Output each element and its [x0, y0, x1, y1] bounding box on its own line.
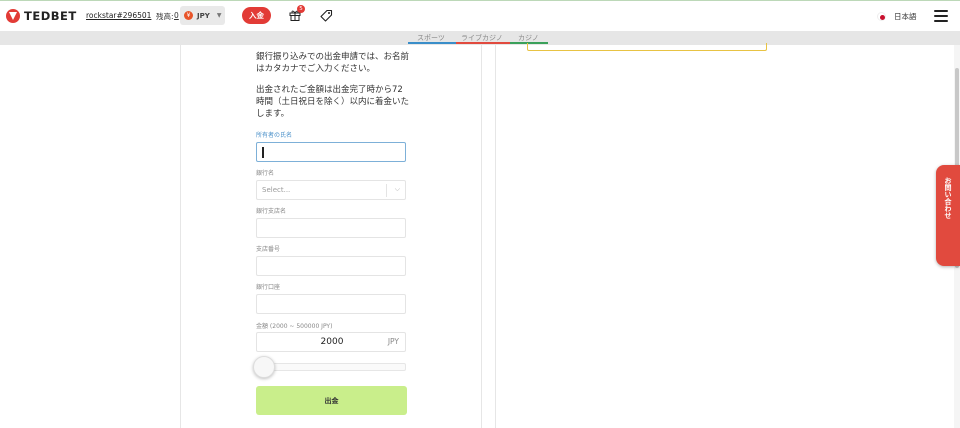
bank-account-input[interactable]	[256, 294, 406, 314]
brand-logo[interactable]: TEDBET	[6, 9, 77, 23]
top-header: TEDBET rockstar#296501 残高: 0 ¥ JPY ▼ 入金 …	[0, 0, 960, 31]
select-separator	[386, 184, 387, 197]
currency-select[interactable]: ¥ JPY ▼	[180, 6, 225, 25]
bank-name-placeholder: Select...	[262, 186, 291, 194]
withdraw-submit-button[interactable]: 出金	[256, 386, 407, 415]
text-cursor	[262, 147, 264, 158]
branch-name-input[interactable]	[256, 218, 406, 238]
deposit-button[interactable]: 入金	[242, 7, 271, 24]
notice-arrival-time: 出金されたご金額は出金完了時から72時間（土日祝日を除く）以内に着金いたします。	[256, 85, 410, 119]
chevron-down-icon: ⌵	[394, 185, 400, 193]
username-link[interactable]: rockstar#296501	[86, 11, 151, 20]
menu-icon[interactable]	[934, 10, 948, 22]
balance-label: 残高:	[156, 12, 174, 21]
bank-account-label: 銀行口座	[256, 284, 281, 291]
amount-slider-track[interactable]	[256, 363, 406, 371]
page-content	[0, 43, 960, 428]
holder-name-label: 所有者の氏名	[256, 132, 293, 139]
balance-value[interactable]: 0	[174, 11, 179, 20]
brand-name: TEDBET	[24, 9, 77, 23]
tab-live-casino-underline	[456, 42, 510, 44]
branch-number-input[interactable]	[256, 256, 406, 276]
amount-label: 金額 (2000 ~ 500000 JPY)	[256, 323, 333, 330]
chevron-down-icon: ▼	[216, 12, 222, 19]
logo-mark-icon	[6, 9, 20, 23]
amount-value: 2000	[320, 337, 344, 347]
bank-name-label: 銀行名	[256, 170, 275, 177]
notice-katakana: 銀行振り込みでの出金申請では、お名前はカタカナでご入力ください。	[256, 52, 410, 74]
japan-flag-icon[interactable]	[877, 12, 886, 21]
contact-side-tab[interactable]: お問い合わせ	[936, 165, 960, 266]
info-box-bottom	[527, 43, 767, 51]
amount-unit: JPY	[387, 337, 399, 346]
column-divider	[495, 45, 496, 428]
category-tabbar: スポーツ ライブカジノ カジノ	[0, 31, 960, 45]
branch-name-label: 銀行支店名	[256, 208, 287, 215]
currency-code: JPY	[197, 11, 210, 20]
amount-input[interactable]: 2000 JPY	[256, 332, 406, 352]
tag-icon[interactable]	[320, 9, 333, 22]
gift-count-badge: 5	[297, 5, 305, 13]
holder-name-input[interactable]	[256, 142, 406, 162]
amount-slider-thumb[interactable]	[253, 356, 275, 378]
yen-coin-icon: ¥	[184, 11, 193, 20]
branch-number-label: 支店番号	[256, 246, 281, 253]
tab-sports-underline	[408, 42, 456, 44]
contact-tab-label: お問い合わせ	[944, 177, 952, 219]
language-selector[interactable]: 日本語	[894, 11, 917, 22]
bank-name-select[interactable]: Select... ⌵	[256, 180, 406, 200]
